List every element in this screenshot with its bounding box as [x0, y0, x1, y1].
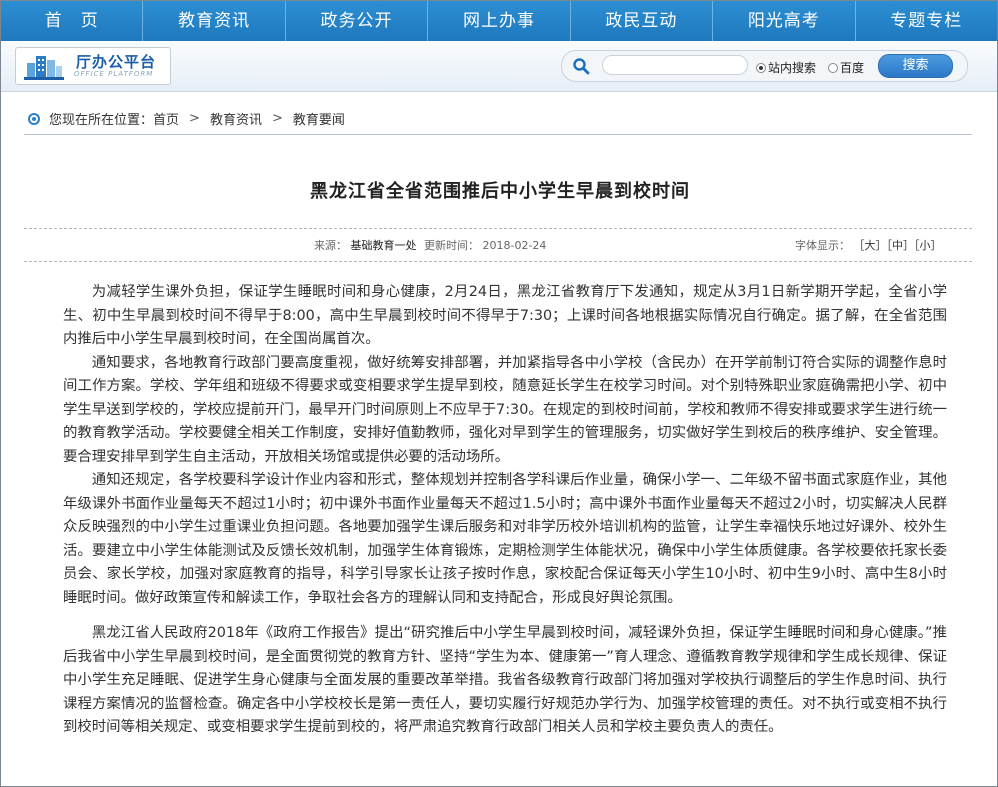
breadcrumb-education-news[interactable]: 教育资讯	[210, 109, 262, 128]
nav-special-topics[interactable]: 专题专栏	[856, 1, 997, 41]
search-input[interactable]	[602, 55, 748, 75]
browser-page: 首 页 教育资讯 政务公开 网上办事 政民互动 阳光高考 专题专栏 厅办公平台 …	[0, 0, 998, 787]
article-updated-date: 2018-02-24	[482, 239, 547, 252]
radio-site-search-dot[interactable]	[756, 62, 766, 73]
font-small-link[interactable]: ［小］	[914, 239, 942, 252]
location-icon	[28, 112, 40, 125]
font-large-link[interactable]: ［大］	[854, 239, 887, 252]
logo-subtitle: OFFICE PLATFORM	[74, 70, 154, 78]
breadcrumb-separator: >	[189, 111, 200, 126]
office-platform-logo[interactable]: 厅办公平台 OFFICE PLATFORM	[15, 47, 171, 85]
nav-sunshine-gaokao[interactable]: 阳光高考	[713, 1, 856, 41]
search-box: 站内搜索 百度 搜索	[561, 50, 968, 82]
article-meta: 来源： 基础教育一处 更新时间： 2018-02-24	[314, 237, 546, 253]
logo-title: 厅办公平台	[76, 53, 157, 71]
source-label: 来源：	[314, 239, 347, 252]
font-size-controls: 字体显示： ［大］［中］［小］	[795, 237, 942, 253]
breadcrumb-home[interactable]: 首页	[153, 109, 179, 128]
article-body: 为减轻学生课外负担，保证学生睡眠时间和身心健康，2月24日，黑龙江省教育厅下发通…	[63, 281, 947, 740]
article-paragraph: 通知还规定，各学校要科学设计作业内容和形式，整体规划并控制各学科课后作业量，确保…	[63, 472, 947, 606]
title-divider	[24, 228, 972, 229]
breadcrumb: 您现在所在位置： 首页 > 教育资讯 > 教育要闻	[28, 109, 345, 128]
nav-public-interaction[interactable]: 政民互动	[571, 1, 714, 41]
meta-divider	[24, 261, 972, 262]
radio-baidu-search-label: 百度	[840, 61, 865, 75]
radio-site-search-label: 站内搜索	[768, 61, 817, 75]
font-size-label: 字体显示：	[795, 239, 850, 252]
search-icon	[573, 58, 590, 75]
article-source: 基础教育一处	[350, 239, 417, 252]
breadcrumb-separator: >	[271, 111, 283, 126]
breadcrumb-divider	[24, 134, 972, 135]
article-paragraph: 黑龙江省人民政府2018年《政府工作报告》提出“研究推后中小学生早晨到校时间，减…	[63, 625, 947, 735]
updated-label: 更新时间：	[424, 239, 479, 252]
radio-baidu-search-dot[interactable]	[828, 62, 838, 73]
radio-site-search[interactable]: 站内搜索	[756, 59, 816, 76]
building-logo-icon	[24, 56, 64, 80]
article-title: 黑龙江省全省范围推后中小学生早晨到校时间	[310, 181, 690, 202]
nav-online-services[interactable]: 网上办事	[428, 1, 571, 41]
nav-education-news[interactable]: 教育资讯	[143, 1, 286, 41]
top-nav: 首 页 教育资讯 政务公开 网上办事 政民互动 阳光高考 专题专栏	[1, 1, 997, 41]
search-button[interactable]: 搜索	[878, 54, 953, 78]
article-paragraph: 为减轻学生课外负担，保证学生睡眠时间和身心健康，2月24日，黑龙江省教育厅下发通…	[63, 284, 947, 347]
nav-government-affairs[interactable]: 政务公开	[286, 1, 429, 41]
font-medium-link[interactable]: ［中］	[887, 239, 915, 252]
breadcrumb-education-headlines[interactable]: 教育要闻	[293, 109, 345, 128]
article-paragraph: 通知要求，各地教育行政部门要高度重视，做好统筹安排部署，并加紧指导各中小学校（含…	[63, 354, 947, 465]
breadcrumb-prefix: 您现在所在位置：	[49, 113, 154, 128]
header-bar: 厅办公平台 OFFICE PLATFORM 站内搜索 百度 搜索	[1, 41, 997, 92]
nav-home[interactable]: 首 页	[1, 1, 144, 41]
radio-baidu-search[interactable]: 百度	[828, 59, 864, 76]
